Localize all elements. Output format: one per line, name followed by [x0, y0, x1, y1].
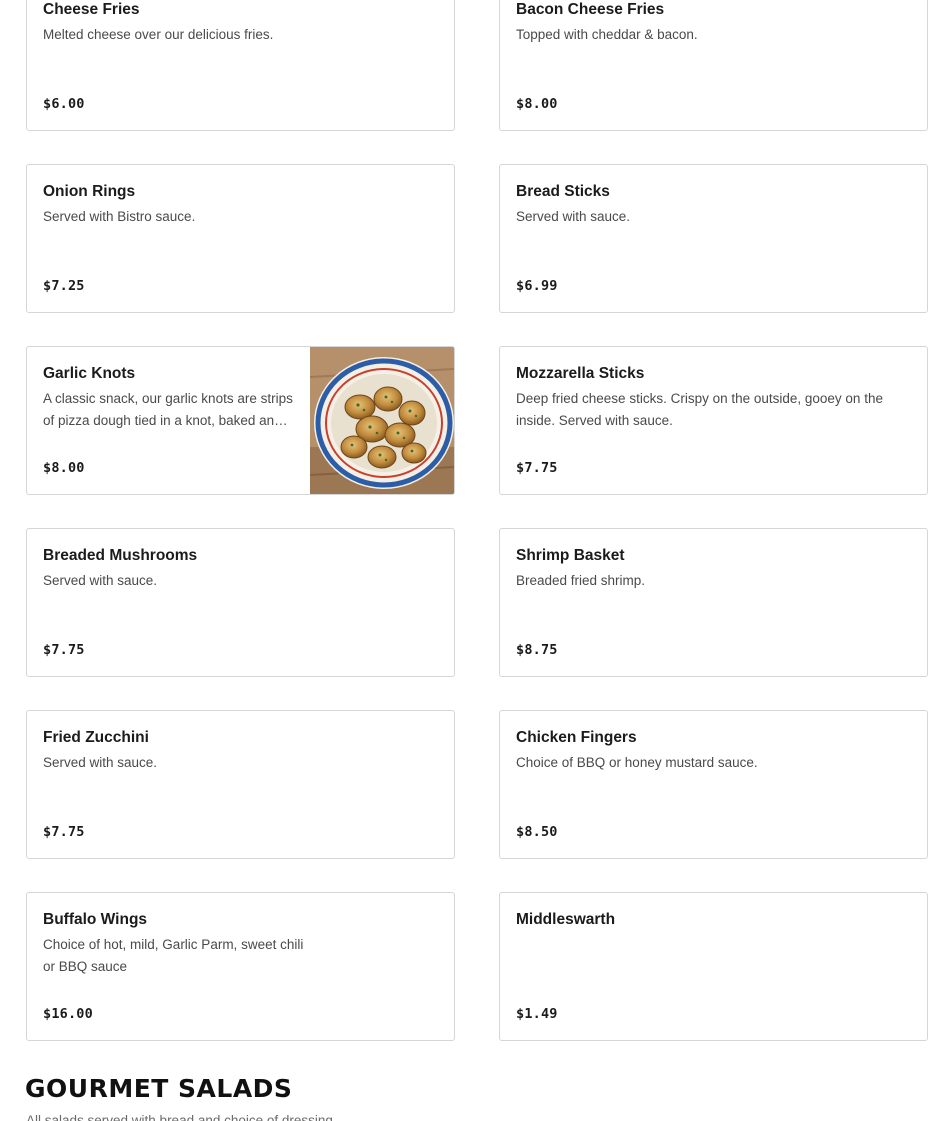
menu-item-card[interactable]: Bacon Cheese Fries Topped with cheddar &… [499, 0, 928, 131]
menu-item-description: Topped with cheddar & bacon. [516, 27, 698, 42]
menu-item-card[interactable]: Middleswarth $1.49 [499, 892, 928, 1041]
menu-item-card[interactable]: Breaded Mushrooms Served with sauce. $7.… [26, 528, 455, 677]
menu-item-name: Bread Sticks [516, 183, 610, 200]
menu-item-name: Bacon Cheese Fries [516, 1, 665, 18]
menu-item-description: Choice of hot, mild, Garlic Parm, sweet … [43, 937, 304, 974]
menu-item-card[interactable]: Chicken Fingers Choice of BBQ or honey m… [499, 710, 928, 859]
menu-grid: Cheese Fries Melted cheese over our deli… [26, 0, 928, 1041]
menu-item-price: $8.00 [43, 460, 85, 476]
menu-item-info: Middleswarth [516, 910, 911, 1040]
menu-item-price: $7.25 [43, 278, 85, 294]
menu-item-description: A classic snack, our garlic knots are st… [43, 391, 293, 428]
menu-item-name: Buffalo Wings [43, 911, 148, 928]
menu-item-description: Served with sauce. [43, 573, 158, 588]
menu-item-photo [310, 347, 454, 494]
menu-item-description: Served with Bistro sauce. [43, 209, 196, 224]
menu-item-name: Chicken Fingers [516, 729, 637, 746]
menu-item-price: $6.00 [43, 96, 85, 112]
menu-item-name: Shrimp Basket [516, 547, 625, 564]
menu-item-info: Shrimp Basket Breaded fried shrimp. [516, 546, 911, 676]
menu-item-description: Served with sauce. [516, 209, 631, 224]
menu-item-description: Deep fried cheese sticks. Crispy on the … [516, 391, 883, 428]
menu-item-description: Served with sauce. [43, 755, 158, 770]
menu-item-card[interactable]: Bread Sticks Served with sauce. $6.99 [499, 164, 928, 313]
menu-item-name: Mozzarella Sticks [516, 365, 645, 382]
menu-item-price: $7.75 [516, 460, 558, 476]
menu-item-info: Chicken Fingers Choice of BBQ or honey m… [516, 728, 911, 858]
menu-item-description: Melted cheese over our delicious fries. [43, 27, 274, 42]
menu-item-name: Fried Zucchini [43, 729, 149, 746]
menu-item-name: Breaded Mushrooms [43, 547, 198, 564]
menu-item-info: Breaded Mushrooms Served with sauce. [43, 546, 438, 676]
menu-item-price: $1.49 [516, 1006, 558, 1022]
menu-item-price: $16.00 [43, 1006, 93, 1022]
menu-item-name: Onion Rings [43, 183, 136, 200]
menu-item-description: Breaded fried shrimp. [516, 573, 646, 588]
section-title: GOURMET SALADS [25, 1074, 293, 1103]
menu-item-card[interactable]: Shrimp Basket Breaded fried shrimp. $8.7… [499, 528, 928, 677]
menu-item-price: $8.50 [516, 824, 558, 840]
menu-item-card[interactable]: Onion Rings Served with Bistro sauce. $7… [26, 164, 455, 313]
menu-item-name: Middleswarth [516, 911, 616, 928]
menu-item-price: $7.75 [43, 642, 85, 658]
menu-item-card[interactable]: Fried Zucchini Served with sauce. $7.75 [26, 710, 455, 859]
menu-item-name: Cheese Fries [43, 1, 140, 18]
menu-item-price: $8.00 [516, 96, 558, 112]
menu-item-price: $7.75 [43, 824, 85, 840]
menu-item-info: Onion Rings Served with Bistro sauce. [43, 182, 438, 312]
menu-item-card[interactable]: Mozzarella Sticks Deep fried cheese stic… [499, 346, 928, 495]
garlic-knots-image [310, 347, 454, 494]
menu-item-info: Mozzarella Sticks Deep fried cheese stic… [516, 364, 911, 494]
menu-item-name: Garlic Knots [43, 365, 136, 382]
menu-item-info: Bread Sticks Served with sauce. [516, 182, 911, 312]
menu-item-info: Cheese Fries Melted cheese over our deli… [43, 0, 438, 130]
menu-item-card[interactable]: Buffalo Wings Choice of hot, mild, Garli… [26, 892, 455, 1041]
section-subtitle: All salads served with bread and choice … [26, 1113, 337, 1121]
menu-item-price: $6.99 [516, 278, 558, 294]
menu-item-info: Bacon Cheese Fries Topped with cheddar &… [516, 0, 911, 130]
menu-item-card[interactable]: Cheese Fries Melted cheese over our deli… [26, 0, 455, 131]
menu-item-price: $8.75 [516, 642, 558, 658]
menu-item-description: Choice of BBQ or honey mustard sauce. [516, 755, 758, 770]
menu-item-card[interactable]: Garlic Knots A classic snack, our garlic… [26, 346, 455, 495]
menu-item-info: Fried Zucchini Served with sauce. [43, 728, 438, 858]
